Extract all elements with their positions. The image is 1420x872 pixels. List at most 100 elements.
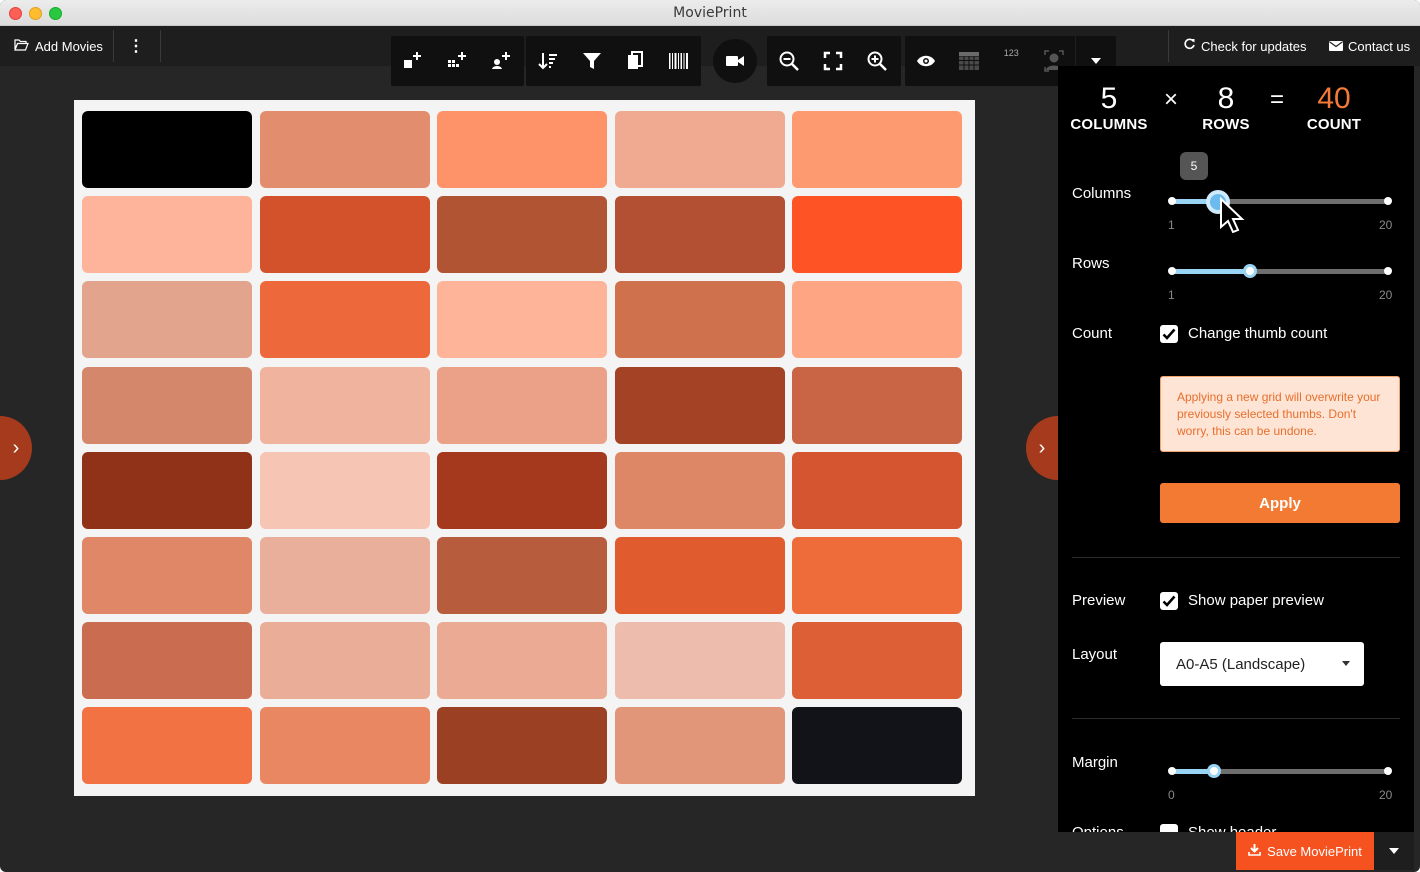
- add-movies-button[interactable]: Add Movies: [14, 26, 103, 66]
- thumbnail[interactable]: [792, 196, 962, 274]
- change-thumb-count-label: Change thumb count: [1188, 325, 1328, 342]
- margin-slider-min-dot: [1168, 767, 1176, 775]
- grid-table-icon[interactable]: [948, 36, 991, 86]
- view-toolgroup: 123: [905, 36, 1075, 86]
- contact-us-button[interactable]: Contact us: [1329, 26, 1410, 66]
- thumbnail[interactable]: [259, 111, 430, 188]
- copy-icon[interactable]: [614, 36, 658, 86]
- refresh-icon: [1183, 38, 1196, 54]
- thumbnail[interactable]: [82, 537, 252, 614]
- thumbnail[interactable]: [614, 537, 785, 614]
- options-label: Options: [1072, 824, 1124, 832]
- thumbnail[interactable]: [259, 451, 430, 529]
- thumbnail[interactable]: [82, 707, 252, 785]
- save-movieprint-button[interactable]: Save MoviePrint: [1236, 832, 1374, 870]
- margin-slider-min: 0: [1168, 788, 1175, 802]
- change-thumb-count-checkbox[interactable]: [1160, 325, 1178, 343]
- barcode-icon[interactable]: [657, 36, 701, 86]
- thumbnail[interactable]: [437, 622, 607, 700]
- thumbnail[interactable]: [437, 451, 607, 529]
- thumbnail[interactable]: [614, 451, 785, 529]
- right-chevron-icon[interactable]: ›: [1026, 416, 1058, 480]
- thumbnail[interactable]: [82, 622, 252, 700]
- video-camera-icon[interactable]: [713, 39, 757, 83]
- title-bar: MoviePrint: [0, 0, 1420, 26]
- thumbnail[interactable]: [259, 537, 430, 614]
- show-header-checkbox[interactable]: [1160, 824, 1178, 832]
- thumbnail[interactable]: [437, 196, 607, 274]
- thumbnail[interactable]: [792, 537, 962, 614]
- thumbnail[interactable]: [792, 366, 962, 444]
- margin-slider-handle[interactable]: [1207, 764, 1221, 778]
- add-thumb-face-icon[interactable]: [479, 36, 523, 86]
- caret-down-icon: [1342, 661, 1350, 666]
- save-movieprint-label: Save MoviePrint: [1267, 843, 1362, 859]
- thumbnail[interactable]: [82, 451, 252, 529]
- top-bar: Add Movies ⋮ Check for updates Contact u…: [0, 26, 1420, 66]
- sort-filter-toolgroup: [526, 36, 701, 86]
- rows-slider-handle[interactable]: [1243, 264, 1257, 278]
- rows-slider-min-dot: [1168, 267, 1176, 275]
- rows-slider-max-dot: [1384, 267, 1392, 275]
- check-updates-button[interactable]: Check for updates: [1183, 26, 1307, 66]
- more-menu-icon[interactable]: ⋮: [128, 26, 144, 66]
- margin-slider-label: Margin: [1072, 754, 1118, 771]
- thumbnail[interactable]: [259, 622, 430, 700]
- thumbnail[interactable]: [259, 707, 430, 785]
- envelope-icon: [1329, 39, 1343, 54]
- thumbnail[interactable]: [437, 111, 607, 188]
- zoom-in-icon[interactable]: [855, 36, 899, 86]
- thumbnail[interactable]: [437, 707, 607, 785]
- thumbnail[interactable]: [437, 537, 607, 614]
- thumbnail[interactable]: [614, 281, 785, 359]
- left-chevron-icon[interactable]: ›: [0, 416, 32, 480]
- thumbnail[interactable]: [792, 281, 962, 359]
- thumbnail[interactable]: [792, 707, 962, 785]
- save-options-dropdown-icon[interactable]: [1374, 832, 1414, 870]
- show-paper-preview-checkbox[interactable]: [1160, 592, 1178, 610]
- thumbnail[interactable]: [792, 622, 962, 700]
- filter-icon[interactable]: [570, 36, 614, 86]
- window-title: MoviePrint: [673, 5, 747, 21]
- add-thumbs-toolgroup: [391, 36, 524, 86]
- download-icon: [1248, 843, 1261, 859]
- thumbnail[interactable]: [614, 622, 785, 700]
- sort-icon[interactable]: [526, 36, 570, 86]
- thumbnail[interactable]: [614, 707, 785, 785]
- frame-number-icon[interactable]: 123: [990, 36, 1033, 86]
- columns-slider-max: 20: [1379, 218, 1393, 232]
- rows-slider-label: Rows: [1072, 255, 1110, 272]
- add-thumb-before-icon[interactable]: [391, 36, 435, 86]
- columns-slider-min-dot: [1168, 197, 1176, 205]
- zoom-out-icon[interactable]: [767, 36, 811, 86]
- thumbnail[interactable]: [82, 281, 252, 359]
- thumbnail[interactable]: [259, 281, 430, 359]
- thumbnail[interactable]: [614, 111, 785, 188]
- columns-caption: COLUMNS: [1070, 116, 1148, 133]
- eye-icon[interactable]: [905, 36, 948, 86]
- equals-sign: =: [1270, 86, 1285, 113]
- checkmark-icon: [1162, 328, 1176, 340]
- times-sign: ×: [1164, 86, 1179, 113]
- thumbnail[interactable]: [792, 451, 962, 529]
- layout-select[interactable]: A0-A5 (Landscape): [1160, 642, 1364, 686]
- thumbnail[interactable]: [437, 366, 607, 444]
- thumbnail[interactable]: [614, 196, 785, 274]
- thumbnail[interactable]: [82, 196, 252, 274]
- thumbnail[interactable]: [614, 366, 785, 444]
- apply-button[interactable]: Apply: [1160, 483, 1400, 523]
- columns-slider-label: Columns: [1072, 185, 1132, 202]
- contact-us-label: Contact us: [1348, 38, 1411, 54]
- thumbnail[interactable]: [792, 111, 962, 188]
- add-thumb-grid-icon[interactable]: [435, 36, 479, 86]
- rows-slider-fill: [1172, 269, 1250, 274]
- thumbnail[interactable]: [259, 196, 430, 274]
- columns-slider-tooltip: 5: [1180, 152, 1208, 180]
- thumbnail[interactable]: [437, 281, 607, 359]
- app-window: MoviePrint Add Movies ⋮ Check for update…: [0, 0, 1420, 872]
- rows-slider-min: 1: [1168, 288, 1175, 302]
- thumbnail[interactable]: [82, 111, 252, 188]
- thumbnail[interactable]: [259, 366, 430, 444]
- thumbnail[interactable]: [82, 366, 252, 444]
- fit-screen-icon[interactable]: [811, 36, 855, 86]
